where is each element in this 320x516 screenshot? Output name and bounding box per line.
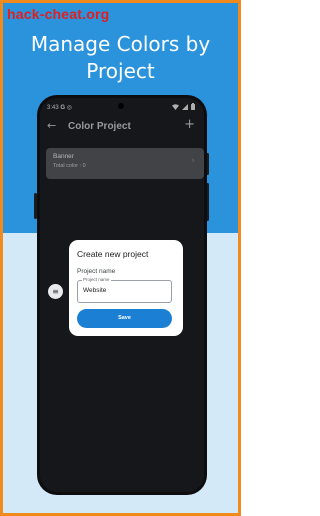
save-button[interactable]: Save [77, 309, 172, 328]
project-name-floating-label: Project name [82, 277, 111, 282]
headline-line-2: Project [86, 59, 155, 83]
project-name-input[interactable]: Project name Website [77, 277, 172, 303]
promo-frame: hack-cheat.org Manage Colors by Project … [0, 0, 241, 516]
phone-mockup: 3:43 G ◎ ← Color Project + Banner Total … [37, 95, 207, 495]
dialog-title: Create new project [77, 249, 149, 259]
menu-icon[interactable]: ≡ [48, 284, 63, 299]
create-project-dialog: Create new project Project name Project … [69, 240, 183, 336]
phone-screen: 3:43 G ◎ ← Color Project + Banner Total … [40, 98, 204, 492]
project-name-value: Website [83, 287, 107, 294]
headline-line-1: Manage Colors by [30, 32, 211, 56]
promo-headline: Manage Colors by Project [3, 31, 238, 85]
watermark: hack-cheat.org [7, 6, 110, 22]
project-name-label: Project name [77, 268, 116, 275]
